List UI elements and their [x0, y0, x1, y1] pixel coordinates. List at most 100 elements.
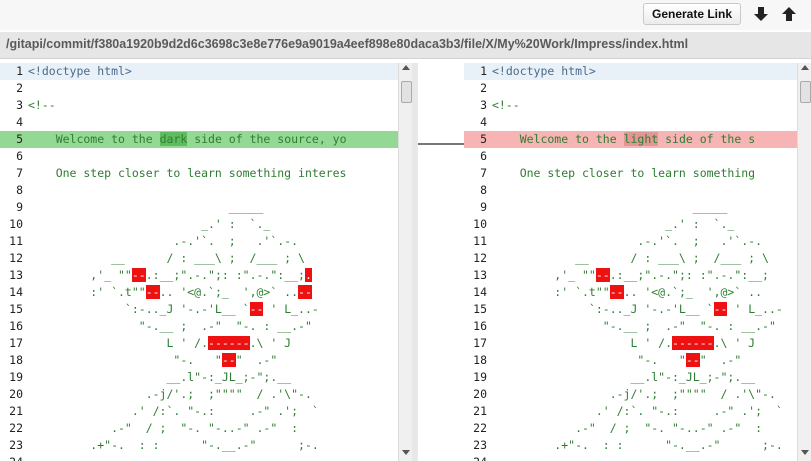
code-text: ,'_ ""--.:__;".-.";: :".-.":__;: [492, 267, 769, 284]
code-segment: `:-.._J '-.-'L__ `: [492, 302, 714, 316]
code-line: 15 `:-.._J '-.-'L__ `-- ' L_..-: [464, 301, 797, 318]
code-text: One step closer to learn something: [492, 165, 755, 182]
code-segment: .\ ' J: [713, 336, 756, 350]
line-number: 23: [473, 438, 487, 452]
code-segment: ,'_ "": [28, 268, 132, 282]
code-segment: :' `.t"": [492, 285, 610, 299]
line-number: 17: [473, 336, 487, 350]
code-line: 1 <!doctype html>: [464, 63, 797, 80]
red-marker: --: [685, 353, 700, 367]
code-line: 13 ,'_ ""--.:__;".-.";: :".-.":__;.: [0, 267, 398, 284]
red-marker: --: [131, 268, 146, 282]
left-code-pane[interactable]: 1 <!doctype html> 2 3 <!-- 4 5 Welcome to the …: [0, 63, 398, 461]
code-text: <!doctype html>: [492, 63, 596, 80]
code-line: 24: [0, 454, 398, 461]
generate-link-button[interactable]: Generate Link: [643, 3, 741, 25]
right-code-pane[interactable]: 1 <!doctype html> 2 3 <!-- 4 5 Welcome to the …: [464, 63, 797, 461]
code-line: 19 __.l"-:_JL_;-";.__: [464, 369, 797, 386]
code-segment: " .-": [235, 353, 278, 367]
code-segment: `:-.._J '-.-'L__ `: [28, 302, 250, 316]
code-text: _____: [28, 199, 264, 216]
line-number: 15: [473, 302, 487, 316]
code-text: L ' /.------.\ ' J: [28, 335, 291, 352]
scroll-down-icon[interactable]: [801, 450, 809, 455]
line-number: 15: [9, 302, 23, 316]
left-scrollbar[interactable]: [398, 63, 413, 461]
code-segment: .-.'`. ; .'`.-.: [492, 234, 763, 248]
code-line: 23 .+"-. : : "-.__.-" ;-.: [0, 437, 398, 454]
code-segment: _.' : `._: [28, 217, 271, 231]
code-segment: .. '<@.`;_ ',@>` ..: [159, 285, 299, 299]
line-number: 5: [480, 132, 487, 146]
code-segment: "-. ": [492, 353, 686, 367]
code-text: _.' : `._: [28, 216, 270, 233]
code-text: .-" / ; "-. "-..-" .-" :: [28, 420, 298, 437]
scroll-thumb[interactable]: [800, 81, 811, 103]
code-segment: _____: [28, 200, 264, 214]
code-segment: Welcome to the: [28, 132, 160, 146]
scroll-down-icon[interactable]: [402, 450, 410, 455]
line-number: 11: [9, 234, 23, 248]
line-number: 1: [480, 64, 487, 78]
code-line: 21 .' /:`. "-.: .-" .'; `: [0, 403, 398, 420]
red-marker: --: [145, 285, 160, 299]
code-segment: .:__;".-.";: :".-.":__;: [145, 268, 305, 282]
line-number: 24: [0, 454, 23, 461]
code-segment: .-" / ; "-. "-..-" .-" :: [492, 421, 763, 435]
code-segment: __.l"-:_JL_;-";.__: [28, 370, 292, 384]
code-line: 6: [464, 148, 797, 165]
code-line: 21 .' /:`. "-.: .-" .'; `: [464, 403, 797, 420]
code-text: :' `.t""--.. '<@.`;_ ',@>` ..: [492, 284, 762, 301]
line-number: 18: [473, 353, 487, 367]
line-number: 1: [16, 64, 23, 78]
file-path: /gitapi/commit/f380a1920b9d2d6c3698c3e8e…: [6, 37, 689, 51]
code-text: "-.__ ; .-" "-. : __.-": [492, 318, 776, 335]
code-segment: .-" / ; "-. "-..-" .-" :: [28, 421, 299, 435]
code-text: .+"-. : : "-.__.-" ;-.: [28, 437, 319, 454]
scroll-up-icon[interactable]: [402, 65, 410, 70]
line-number: 6: [480, 149, 487, 163]
arrow-down-icon[interactable]: [752, 5, 770, 23]
code-segment: <!doctype html>: [492, 64, 596, 78]
code-line: 2: [0, 80, 398, 97]
code-segment: One step closer to learn something inter…: [28, 166, 347, 180]
code-text: .-j/'.; ;"""" / .'\"-.: [28, 386, 312, 403]
line-number: 16: [9, 319, 23, 333]
code-line: 22 .-" / ; "-. "-..-" .-" :: [464, 420, 797, 437]
code-line: 10 _.' : `._: [464, 216, 797, 233]
code-text: _.' : `._: [492, 216, 734, 233]
code-text: "-. "--" .-": [28, 352, 277, 369]
line-number: 22: [473, 421, 487, 435]
code-line: 5 Welcome to the dark side of the source…: [0, 131, 398, 148]
code-text: "-. "--" .-": [492, 352, 741, 369]
line-number: 8: [480, 183, 487, 197]
code-text: .-" / ; "-. "-..-" .-" :: [492, 420, 762, 437]
code-line: 22 .-" / ; "-. "-..-" .-" :: [0, 420, 398, 437]
arrow-up-icon[interactable]: [780, 5, 798, 23]
code-text: <!--: [28, 97, 56, 114]
code-line: 14 :' `.t""--.. '<@.`;_ ',@>` ..: [464, 284, 797, 301]
code-text: `:-.._J '-.-'L__ `-- ' L_..-: [28, 301, 319, 318]
code-text: .' /:`. "-.: .-" .'; `: [492, 403, 783, 420]
file-path-bar: /gitapi/commit/f380a1920b9d2d6c3698c3e8e…: [0, 32, 811, 59]
code-line: 16 "-.__ ; .-" "-. : __.-": [464, 318, 797, 335]
diff-connector: [418, 143, 464, 145]
red-marker: ------: [208, 336, 250, 350]
right-scrollbar[interactable]: [797, 63, 811, 461]
red-marker: --: [249, 302, 264, 316]
code-segment: __.l"-:_JL_;-";.__: [492, 370, 756, 384]
code-segment: <!doctype html>: [28, 64, 132, 78]
line-number: 2: [480, 81, 487, 95]
scroll-up-icon[interactable]: [801, 65, 809, 70]
code-segment: "-.__ ; .-" "-. : __.-": [492, 319, 776, 333]
line-number: 20: [9, 387, 23, 401]
scroll-thumb[interactable]: [401, 81, 412, 103]
code-segment: .:__;".-.";: :".-.":__;: [609, 268, 769, 282]
code-segment: .-j/'.; ;"""" / .'\"-.: [28, 387, 312, 401]
code-text: .-j/'.; ;"""" / .'\"-.: [492, 386, 776, 403]
code-text: <!doctype html>: [28, 63, 132, 80]
code-text: "-.__ ; .-" "-. : __.-": [28, 318, 312, 335]
pane-splitter[interactable]: [412, 63, 418, 461]
code-text: .-.'`. ; .'`.-.: [492, 233, 762, 250]
line-number: 12: [473, 251, 487, 265]
